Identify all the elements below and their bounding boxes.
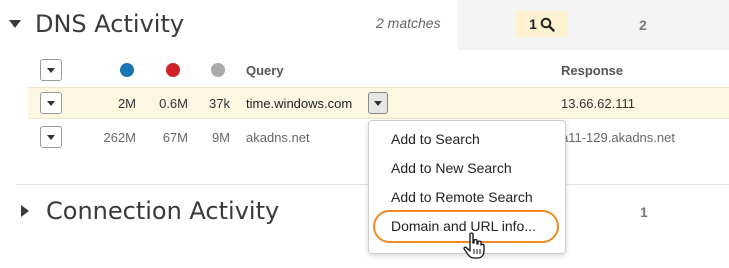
- chevron-down-icon: [47, 100, 55, 106]
- gray-status-dot-icon: [211, 63, 225, 77]
- count-blue: 262M: [103, 130, 136, 145]
- menu-item-add-to-remote-search[interactable]: Add to Remote Search: [391, 189, 533, 205]
- row-dropdown-button[interactable]: [40, 126, 62, 148]
- tab-2[interactable]: 2: [639, 17, 647, 33]
- row-dropdown-button[interactable]: [40, 92, 62, 114]
- tab-1[interactable]: 1: [640, 204, 648, 220]
- response-value[interactable]: a11-129.akadns.net: [561, 130, 675, 145]
- query-menu-button[interactable]: [368, 92, 388, 114]
- response-column-header[interactable]: Response: [561, 63, 623, 78]
- query-value[interactable]: akadns.net: [246, 130, 310, 145]
- expand-triangle-icon[interactable]: [21, 205, 29, 217]
- collapse-triangle-icon[interactable]: [9, 20, 21, 28]
- blue-status-dot-icon: [120, 63, 134, 77]
- connection-section-header[interactable]: Connection Activity: [0, 191, 279, 231]
- section-title: DNS Activity: [35, 10, 185, 38]
- select-all-dropdown-button[interactable]: [40, 59, 62, 81]
- count-gray: 37k: [209, 96, 230, 111]
- count-red: 67M: [162, 130, 188, 145]
- chevron-down-icon: [47, 67, 55, 73]
- matches-count: 2 matches: [376, 15, 441, 31]
- query-value[interactable]: time.windows.com: [246, 96, 352, 111]
- chevron-down-icon: [374, 100, 382, 106]
- response-value[interactable]: 13.66.62.111: [561, 96, 635, 111]
- menu-item-add-to-new-search[interactable]: Add to New Search: [391, 160, 512, 176]
- query-column-header[interactable]: Query: [246, 63, 284, 78]
- tab-label: 1: [529, 16, 537, 32]
- search-icon: [540, 17, 555, 32]
- menu-item-add-to-search[interactable]: Add to Search: [391, 131, 480, 147]
- count-red: 0.6M: [159, 96, 188, 111]
- tab-panel: [458, 0, 729, 50]
- hand-cursor-icon: [463, 232, 485, 259]
- count-blue: 2M: [117, 96, 136, 111]
- chevron-down-icon: [47, 134, 55, 140]
- tab-1[interactable]: 1: [516, 11, 568, 37]
- count-gray: 9M: [211, 130, 230, 145]
- section-title: Connection Activity: [46, 197, 280, 225]
- red-status-dot-icon: [166, 63, 180, 77]
- dns-section-header[interactable]: DNS Activity: [0, 4, 184, 44]
